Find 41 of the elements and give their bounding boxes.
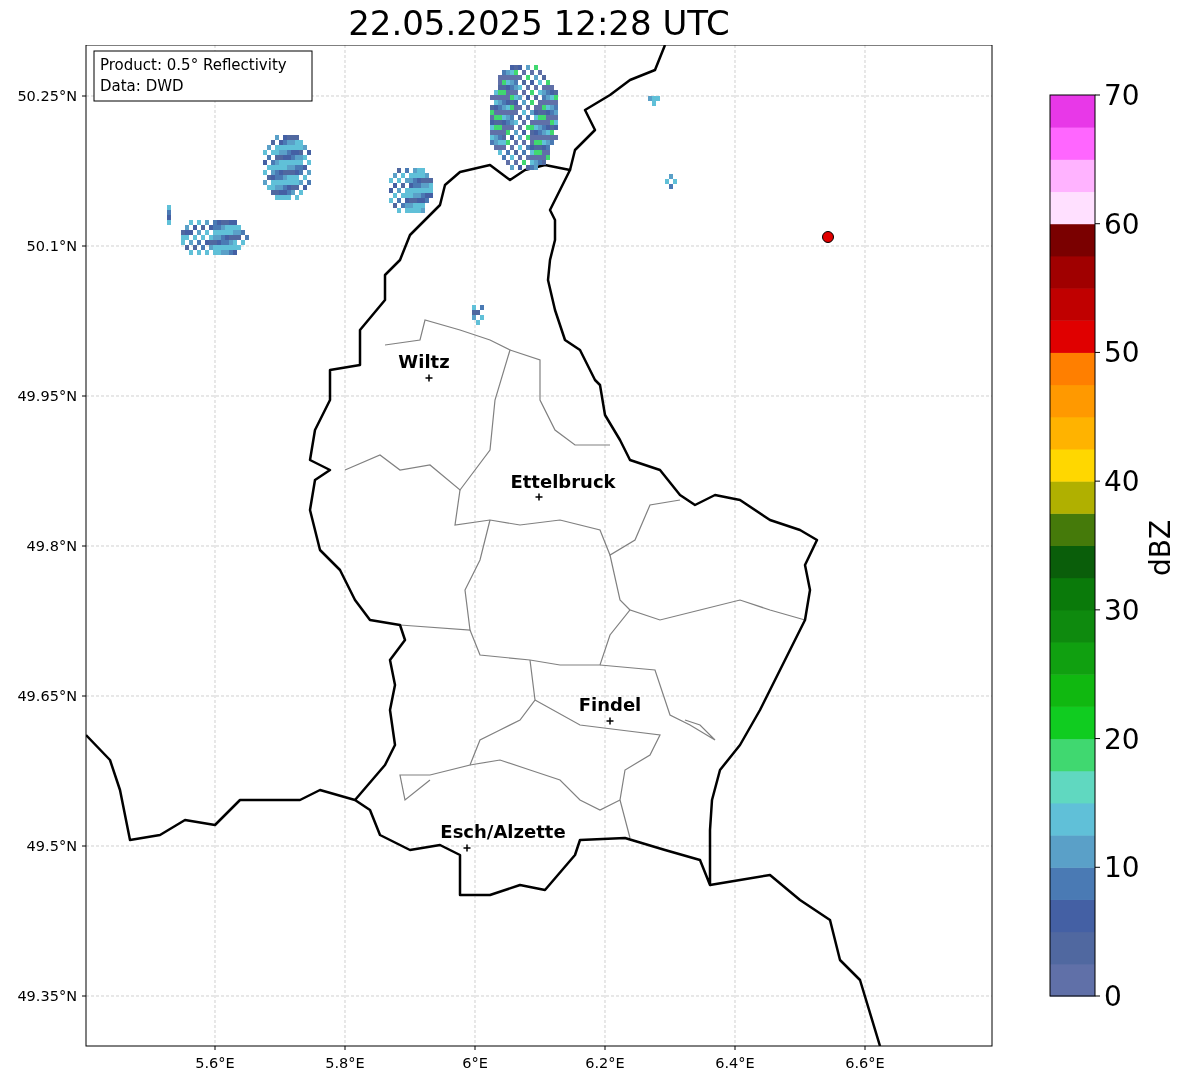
latitude-label: 49.8°N <box>26 538 77 554</box>
longitude-label: 6.6°E <box>845 1055 885 1071</box>
city-marker-icon <box>462 843 472 853</box>
latitude-label: 50.25°N <box>17 88 77 104</box>
colorbar-tick-label: 30 <box>1104 593 1140 627</box>
radar-echo <box>181 220 249 255</box>
colorbar-tick-label: 50 <box>1104 336 1140 370</box>
longitude-label: 5.6°E <box>195 1055 235 1071</box>
longitude-label: 6.4°E <box>715 1055 755 1071</box>
city-label: Esch/Alzette <box>440 821 566 842</box>
city-marker-icon <box>605 716 615 726</box>
latitude-label: 49.5°N <box>26 838 77 854</box>
radar-echo <box>263 135 311 200</box>
latitude-label: 49.35°N <box>17 988 77 1004</box>
radar-echo <box>389 168 433 213</box>
latitude-label: 50.1°N <box>26 238 77 254</box>
longitude-label: 6.2°E <box>585 1055 625 1071</box>
longitude-label: 5.8°E <box>325 1055 365 1071</box>
colorbar-tick-label: 40 <box>1104 465 1140 499</box>
colorbar-tick-label: 10 <box>1104 851 1140 885</box>
radar-echo <box>167 205 171 225</box>
colorbar-tick-label: 0 <box>1104 980 1122 1013</box>
info-text: Product: 0.5° Reflectivity <box>100 56 287 74</box>
colorbar-tick-label: 70 <box>1104 79 1140 112</box>
city-marker-icon <box>534 492 544 502</box>
info-text: Data: DWD <box>100 77 184 95</box>
radar-echo <box>648 96 660 106</box>
city-label: Findel <box>578 694 642 715</box>
latitude-label: 49.95°N <box>17 388 77 404</box>
colorbar-tick-label: 20 <box>1104 722 1140 756</box>
colorbar-tick-label: 60 <box>1104 207 1140 241</box>
latitude-label: 49.65°N <box>17 688 77 704</box>
city-marker-icon <box>424 373 434 383</box>
radar-echo <box>665 174 677 189</box>
radar-site-marker <box>822 231 834 243</box>
radar-echo <box>472 305 484 325</box>
city-label: Ettelbruck <box>510 471 616 492</box>
chart-title: 22.05.2025 12:28 UTC <box>348 5 730 40</box>
city-label: Wiltz <box>398 351 450 372</box>
longitude-label: 6°E <box>462 1055 488 1071</box>
colorbar-title: dBZ <box>1144 519 1177 577</box>
